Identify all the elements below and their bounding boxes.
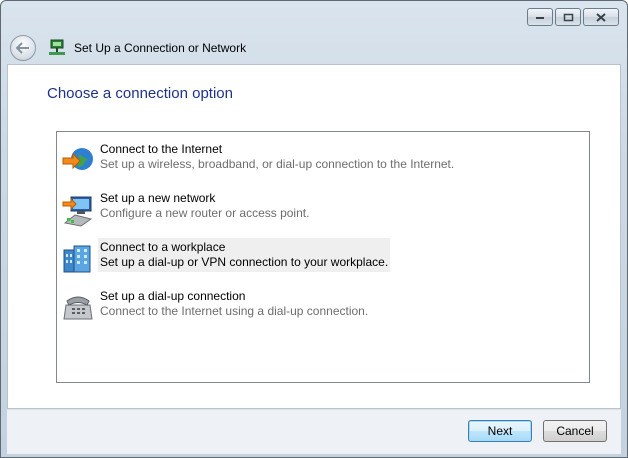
option-description: Set up a wireless, broadband, or dial-up… <box>100 157 455 171</box>
wizard-header: Set Up a Connection or Network <box>7 31 621 65</box>
minimize-button[interactable] <box>527 8 553 26</box>
option-description: Set up a dial-up or VPN connection to yo… <box>100 255 389 269</box>
option-description: Configure a new router or access point. <box>100 206 310 220</box>
globe-internet-icon <box>62 148 93 170</box>
option-text: Set up a new network Configure a new rou… <box>98 189 311 223</box>
workplace-building-icon <box>63 245 91 273</box>
connection-options-list: Connect to the Internet Set up a wireles… <box>56 131 590 383</box>
content-area: Choose a connection option Connect to th… <box>7 64 621 409</box>
option-description: Connect to the Internet using a dial-up … <box>100 304 369 318</box>
option-text: Set up a dial-up connection Connect to t… <box>98 287 370 321</box>
back-arrow-icon <box>16 42 29 54</box>
cancel-button[interactable]: Cancel <box>543 420 607 442</box>
option-title: Set up a new network <box>100 191 216 205</box>
window-title: Set Up a Connection or Network <box>74 41 247 55</box>
close-icon <box>596 12 606 22</box>
option-text: Connect to the Internet Set up a wireles… <box>98 140 456 174</box>
wizard-footer: Next Cancel <box>7 409 621 454</box>
network-setup-icon <box>49 39 65 55</box>
maximize-icon <box>563 13 573 21</box>
option-text: Connect to a workplace Set up a dial-up … <box>98 238 391 272</box>
list-item-connect-internet[interactable]: Connect to the Internet Set up a wireles… <box>61 140 456 182</box>
title-bar[interactable] <box>1 1 627 31</box>
maximize-button[interactable] <box>555 8 581 26</box>
page-title: Choose a connection option <box>47 85 233 102</box>
option-title: Connect to a workplace <box>100 240 226 254</box>
list-item-workplace[interactable]: Connect to a workplace Set up a dial-up … <box>61 238 391 280</box>
list-item-dialup[interactable]: Set up a dial-up connection Connect to t… <box>61 287 370 329</box>
telephone-icon <box>63 296 93 320</box>
option-title: Set up a dial-up connection <box>100 289 246 303</box>
network-computer-icon <box>62 196 93 227</box>
list-item-new-network[interactable]: Set up a new network Configure a new rou… <box>61 189 311 231</box>
next-button[interactable]: Next <box>468 420 532 442</box>
caption-buttons <box>527 8 619 26</box>
wizard-window: Set Up a Connection or Network Choose a … <box>0 0 628 458</box>
close-button[interactable] <box>583 8 619 26</box>
option-title: Connect to the Internet <box>100 142 223 156</box>
minimize-icon <box>536 17 544 19</box>
back-button[interactable] <box>10 35 36 61</box>
